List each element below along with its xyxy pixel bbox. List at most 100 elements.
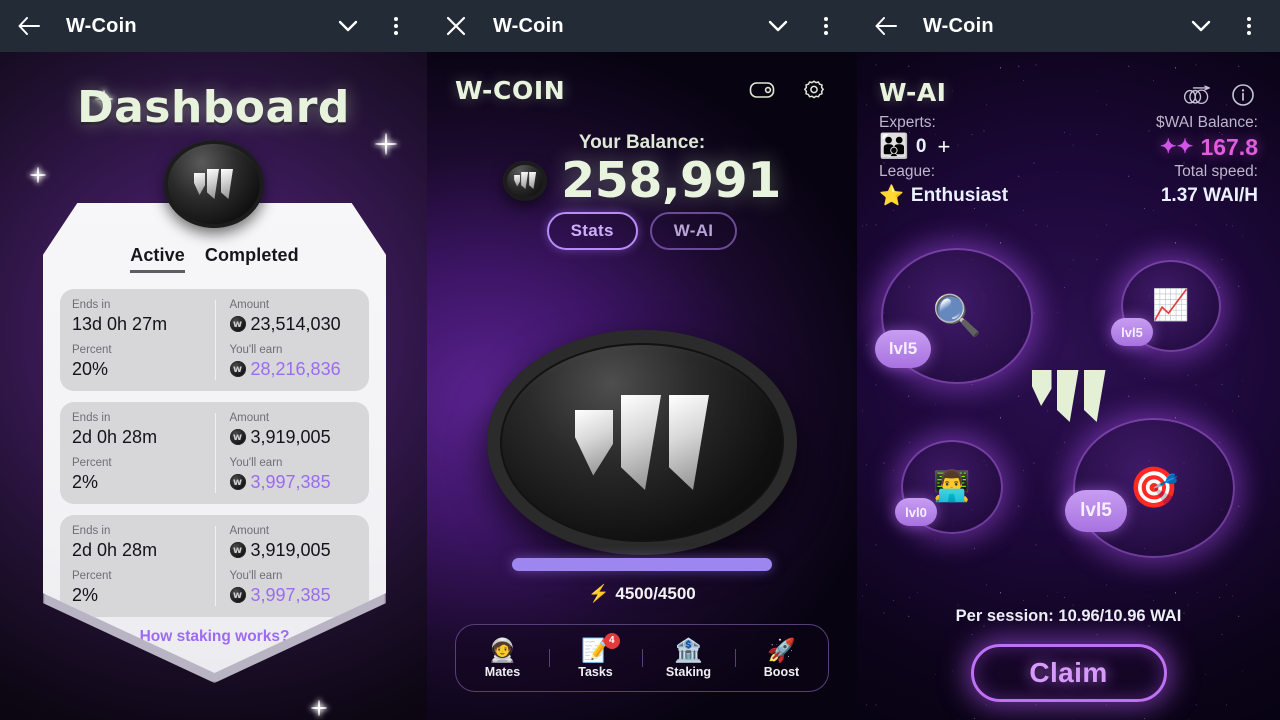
sparkles-icon: ✦✦ [1159,136,1194,158]
amount-number: 23,514,030 [250,314,341,334]
topbar-right: W-Coin [857,0,1280,52]
nav-item-mates[interactable]: 🧑‍🚀 Mates [456,637,549,679]
staking-tabs: Active Completed [60,245,369,273]
amount-label: Amount [229,299,270,311]
rocket-emoji-icon: 🚀 [767,637,796,663]
panel-dashboard: W-Coin Dashboard Active Completed Ends i… [0,0,427,720]
experts-row: 👪 0 + [879,133,1008,161]
ends-in-value: 13d 0h 27m [72,314,168,334]
earn-number: 3,997,385 [250,472,331,492]
coin-icon [229,361,246,377]
stats-button[interactable]: Stats [546,212,638,250]
developer-node-level: lvl0 [895,498,937,526]
info-icon[interactable] [1228,80,1258,110]
earn-value: 3,997,385 [229,471,358,494]
tap-coin[interactable] [487,330,797,555]
league-value: Enthusiast [910,185,1009,206]
mode-toggle: Stats W-AI [427,212,857,250]
target-node-level: lvl5 [1065,490,1127,532]
amount-value: 3,919,005 [229,539,358,562]
league-label: League: [879,163,936,180]
earn-label: You'll earn [229,457,283,469]
more-vertical-icon[interactable] [1234,11,1264,41]
topbar-title-left: W-Coin [66,14,137,37]
topbar-mid: W-Coin [427,0,857,52]
nav-label-staking: Staking [665,665,712,679]
w-ai-button[interactable]: W-AI [649,212,738,250]
earn-number: 28,216,836 [250,359,341,379]
energy-progress-bar [512,558,772,571]
table-row[interactable]: Ends in 2d 0h 28m Percent 2% Amount 3,91… [60,515,369,617]
claim-button[interactable]: Claim [970,644,1167,702]
star-emoji-icon: ⭐ [879,185,904,207]
more-vertical-icon[interactable] [381,11,411,41]
coins-stack-icon[interactable] [1182,80,1212,110]
earn-label: You'll earn [229,570,283,582]
staking-shield-card: Active Completed Ends in 13d 0h 27m Perc… [43,203,386,673]
wai-balance-value: 167.8 [1200,134,1258,160]
ends-in-value: 2d 0h 28m [72,540,158,560]
page-title: Dashboard [77,82,350,133]
table-row[interactable]: Ends in 2d 0h 28m Percent 2% Amount 3,91… [60,402,369,504]
nav-item-staking[interactable]: 🏦 Staking [642,637,735,679]
add-expert-button[interactable]: + [937,133,950,161]
brand-title: W-AI [879,78,947,107]
bottom-navigation: 🧑‍🚀 Mates 📝 4 Tasks 🏦 Staking 🚀 Boost [455,624,829,692]
nav-item-boost[interactable]: 🚀 Boost [735,637,828,679]
earn-value: 3,997,385 [229,584,358,607]
nav-label-boost: Boost [763,665,800,679]
astronaut-emoji-icon: 🧑‍🚀 [488,637,517,663]
ends-in-label: Ends in [72,525,111,537]
divider [214,300,216,380]
divider [214,526,216,606]
back-arrow-icon[interactable] [14,11,44,41]
total-speed-value: 1.37 WAI/H [1160,185,1258,206]
close-icon[interactable] [441,11,471,41]
chevron-down-icon[interactable] [763,11,793,41]
amount-label: Amount [229,412,270,424]
back-arrow-icon[interactable] [871,11,901,41]
tab-completed[interactable]: Completed [205,245,299,273]
expert-nodes-map: 🔍 lvl5 📈 lvl5 👨‍💻 lvl0 🎯 lvl5 [857,240,1280,570]
earn-number: 3,997,385 [250,585,331,605]
experts-value: 0 [915,136,927,157]
tab-active[interactable]: Active [130,245,185,273]
magnifying-glass-emoji-icon: 🔍 [932,294,982,338]
claim-button-label: Claim [1029,657,1108,688]
chart-increasing-emoji-icon: 📈 [1152,289,1190,322]
target-node[interactable]: 🎯 [1073,418,1235,558]
topbar-left: W-Coin [0,0,427,52]
gear-icon[interactable] [799,75,829,105]
percent-value: 20% [72,359,109,379]
topbar-title-mid: W-Coin [493,14,564,37]
wai-stats: Experts: 👪 0 + League: ⭐ Enthusiast $WAI… [879,112,1258,210]
nav-item-tasks[interactable]: 📝 4 Tasks [549,633,642,679]
analytics-node-level: lvl5 [1111,318,1153,346]
balance-value: 258,991 [561,152,781,209]
chevron-down-icon[interactable] [1186,11,1216,41]
coin-icon [229,474,246,490]
table-row[interactable]: Ends in 13d 0h 27m Percent 20% Amount 23… [60,289,369,391]
coin-icon [229,316,246,332]
bullseye-emoji-icon: 🎯 [1129,466,1179,510]
wallet-icon[interactable] [747,75,777,105]
earn-label: You'll earn [229,344,283,356]
ends-in-value: 2d 0h 28m [72,427,158,447]
percent-label: Percent [72,344,112,356]
amount-number: 3,919,005 [250,427,331,447]
brand-title: W-COIN [455,75,566,105]
amount-value: 23,514,030 [229,313,358,336]
chevron-down-icon[interactable] [333,11,363,41]
panel-wcoin-home: W-Coin W-COIN Your Balance: 258,991 Stat… [427,0,857,720]
w-logo-icon [1031,370,1106,422]
status-badge: 4 [603,633,620,649]
coin-icon [229,429,246,445]
topbar-title-right: W-Coin [923,14,994,37]
coin-badge [163,140,264,228]
w-coin-logo-icon [163,140,264,228]
nav-label-mates: Mates [484,665,521,679]
more-vertical-icon[interactable] [811,11,841,41]
energy-value: 4500/4500 [615,584,696,603]
wai-header: W-AI [879,78,1258,110]
coin-icon [229,587,246,603]
